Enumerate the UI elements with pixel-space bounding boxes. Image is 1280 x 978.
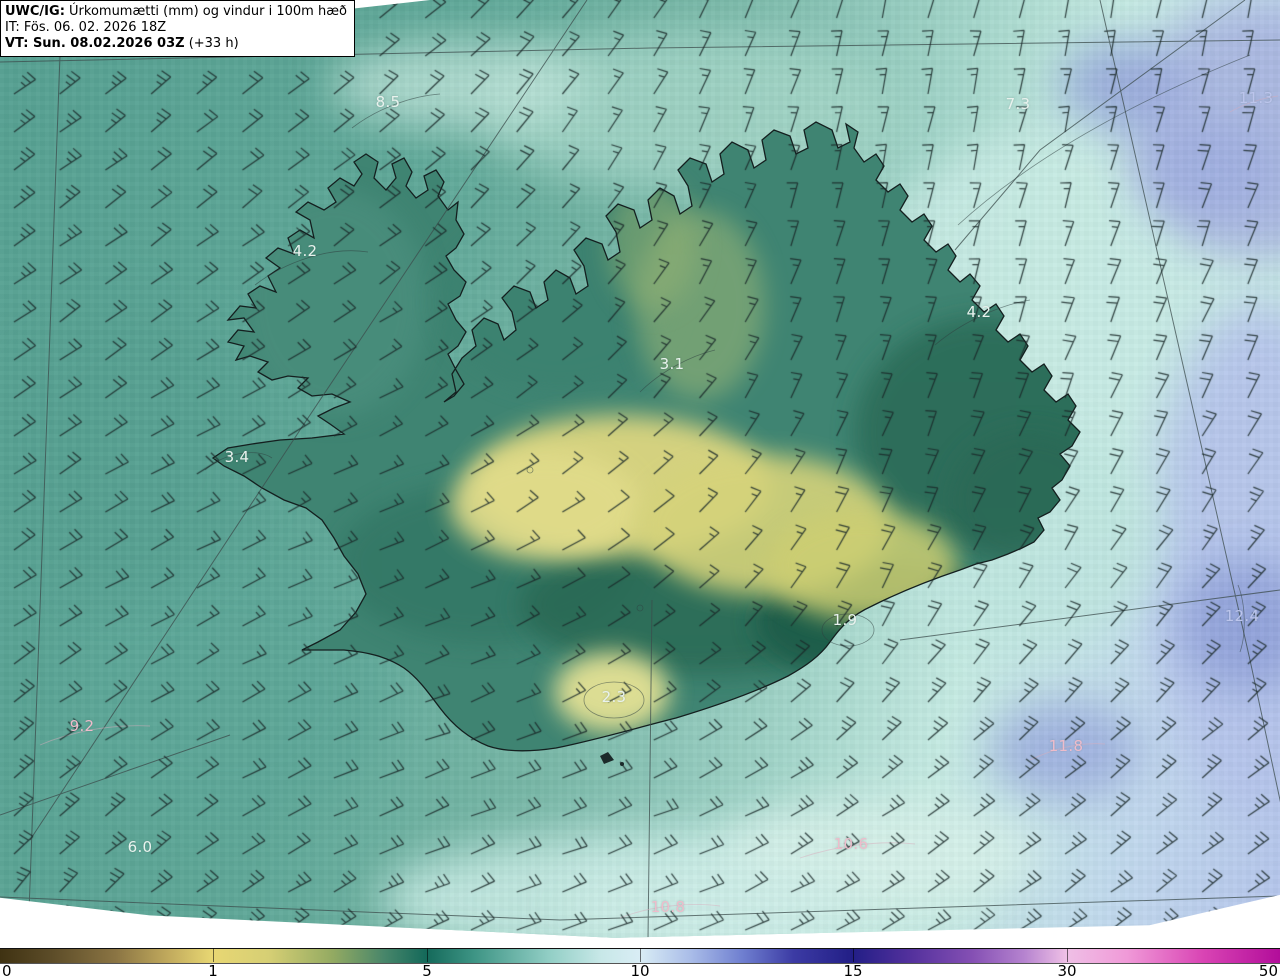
colorbar-tick-mark [640, 948, 641, 962]
colorbar-tick-mark [427, 948, 428, 962]
precipitation-colorbar: 0 1 5 10 15 30 50 [0, 946, 1280, 978]
title-line-parameter: UWC/IG: Úrkomumætti (mm) og vindur i 100… [5, 4, 347, 19]
colorbar-tick-label: 50 [1258, 962, 1278, 978]
colorbar-tick-label: 0 [2, 962, 12, 978]
colorbar-tick-label: 5 [422, 962, 432, 978]
colorbar-tick-label: 10 [630, 962, 650, 978]
colorbar-tick-mark [1067, 948, 1068, 962]
colorbar-tick-mark [213, 948, 214, 962]
colorbar-tick-label: 1 [208, 962, 218, 978]
colorbar-tick-label: 15 [843, 962, 863, 978]
title-line-valid-time: VT: Sun. 08.02.2026 03Z (+33 h) [5, 36, 239, 51]
colorbar-tick-mark [853, 948, 854, 962]
map-title-box: UWC/IG: Úrkomumætti (mm) og vindur i 100… [0, 0, 355, 57]
colorbar-tick-label: 30 [1057, 962, 1077, 978]
wind-barbs-layer [0, 0, 1280, 938]
weather-map: 8.5 7.3 11.3 4.2 4.2 3.1 3.4 1.9 12.4 2.3 9.2 11.8 6… [0, 0, 1280, 978]
title-line-init-time: IT: Fös. 06. 02. 2026 18Z [5, 20, 167, 35]
model-domain: 8.5 7.3 11.3 4.2 4.2 3.1 3.4 1.9 12.4 2.3 9.2 11.8 6… [0, 0, 1280, 938]
